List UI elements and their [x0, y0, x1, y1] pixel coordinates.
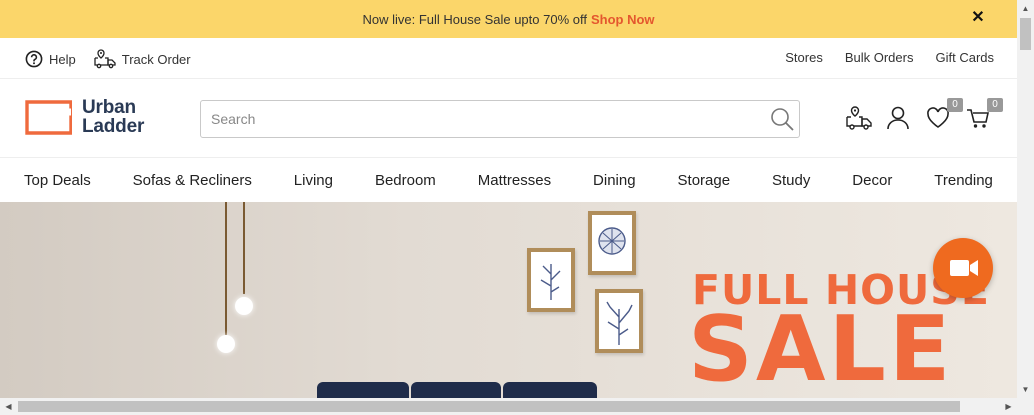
scroll-right-arrow-icon[interactable]: ▶ — [1000, 398, 1017, 415]
horizontal-scroll-thumb[interactable] — [18, 401, 960, 412]
nav-study[interactable]: Study — [772, 172, 810, 189]
track-order-link[interactable]: Track Order — [94, 49, 191, 69]
vertical-scroll-thumb[interactable] — [1020, 18, 1031, 50]
vertical-scrollbar[interactable]: ▲ ▼ — [1017, 0, 1034, 398]
logo-mark-icon — [25, 99, 72, 135]
wall-art-frame — [527, 248, 575, 312]
nav-sofas-recliners[interactable]: Sofas & Recliners — [133, 172, 252, 189]
help-label: Help — [49, 51, 76, 67]
pendant-lamp-wire — [243, 202, 245, 294]
nav-trending[interactable]: Trending — [934, 172, 993, 189]
promo-bar: Now live: Full House Sale upto 70% off S… — [0, 0, 1017, 38]
wall-art-frame — [595, 289, 643, 353]
logo-text: Urban Ladder — [82, 98, 144, 136]
cart-count-badge: 0 — [987, 98, 1003, 112]
horizontal-scrollbar[interactable]: ◀ ▶ — [0, 398, 1034, 415]
search-input[interactable] — [201, 101, 741, 137]
main-header: Urban Ladder 0 0 — [0, 80, 1017, 158]
cart-button[interactable]: 0 — [966, 98, 1003, 132]
logo-line-2: Ladder — [82, 116, 145, 137]
search-box — [200, 100, 800, 138]
scroll-up-arrow-icon[interactable]: ▲ — [1017, 0, 1034, 17]
category-nav: Top Deals Sofas & Recliners Living Bedro… — [0, 159, 1017, 202]
logo-line-1: Urban — [82, 97, 136, 118]
pendant-bulb — [235, 297, 253, 315]
nav-storage[interactable]: Storage — [678, 172, 731, 189]
brand-logo[interactable]: Urban Ladder — [25, 98, 144, 136]
video-camera-icon — [950, 260, 978, 276]
pendant-lamp-wire — [225, 202, 227, 335]
delivery-truck-icon — [846, 106, 872, 130]
nav-decor[interactable]: Decor — [852, 172, 892, 189]
shop-now-link[interactable]: Shop Now — [591, 12, 655, 27]
scroll-down-arrow-icon[interactable]: ▼ — [1017, 381, 1034, 398]
gift-cards-link[interactable]: Gift Cards — [935, 50, 994, 65]
header-icons: 0 0 — [846, 98, 1003, 132]
store-locator-button[interactable] — [846, 104, 872, 132]
scroll-left-arrow-icon[interactable]: ◀ — [0, 398, 17, 415]
nav-bedroom[interactable]: Bedroom — [375, 172, 436, 189]
wall-art-frame — [588, 211, 636, 275]
nav-dining[interactable]: Dining — [593, 172, 636, 189]
track-order-icon — [94, 49, 116, 69]
utility-bar: Help Track Order Stores Bulk Orders Gift… — [0, 38, 1017, 79]
track-order-label: Track Order — [121, 51, 191, 67]
help-icon — [25, 50, 43, 68]
search-icon[interactable] — [769, 106, 795, 132]
hero-title-line-2: SALE — [688, 297, 954, 400]
wishlist-count-badge: 0 — [947, 98, 963, 112]
user-icon — [887, 106, 909, 130]
video-call-button[interactable] — [933, 238, 993, 298]
pendant-bulb — [217, 335, 235, 353]
nav-living[interactable]: Living — [294, 172, 333, 189]
promo-text: Now live: Full House Sale upto 70% off — [362, 11, 587, 27]
help-link[interactable]: Help — [25, 50, 76, 68]
account-button[interactable] — [886, 104, 910, 132]
page: Now live: Full House Sale upto 70% off S… — [0, 0, 1034, 415]
bulk-orders-link[interactable]: Bulk Orders — [845, 50, 914, 65]
wishlist-button[interactable]: 0 — [926, 98, 963, 132]
nav-top-deals[interactable]: Top Deals — [24, 172, 91, 189]
stores-link[interactable]: Stores — [785, 50, 823, 65]
hero-banner[interactable]: FULL HOUSE SALE — [0, 202, 1017, 400]
nav-mattresses[interactable]: Mattresses — [478, 172, 551, 189]
close-icon[interactable]: ✕ — [969, 9, 987, 27]
